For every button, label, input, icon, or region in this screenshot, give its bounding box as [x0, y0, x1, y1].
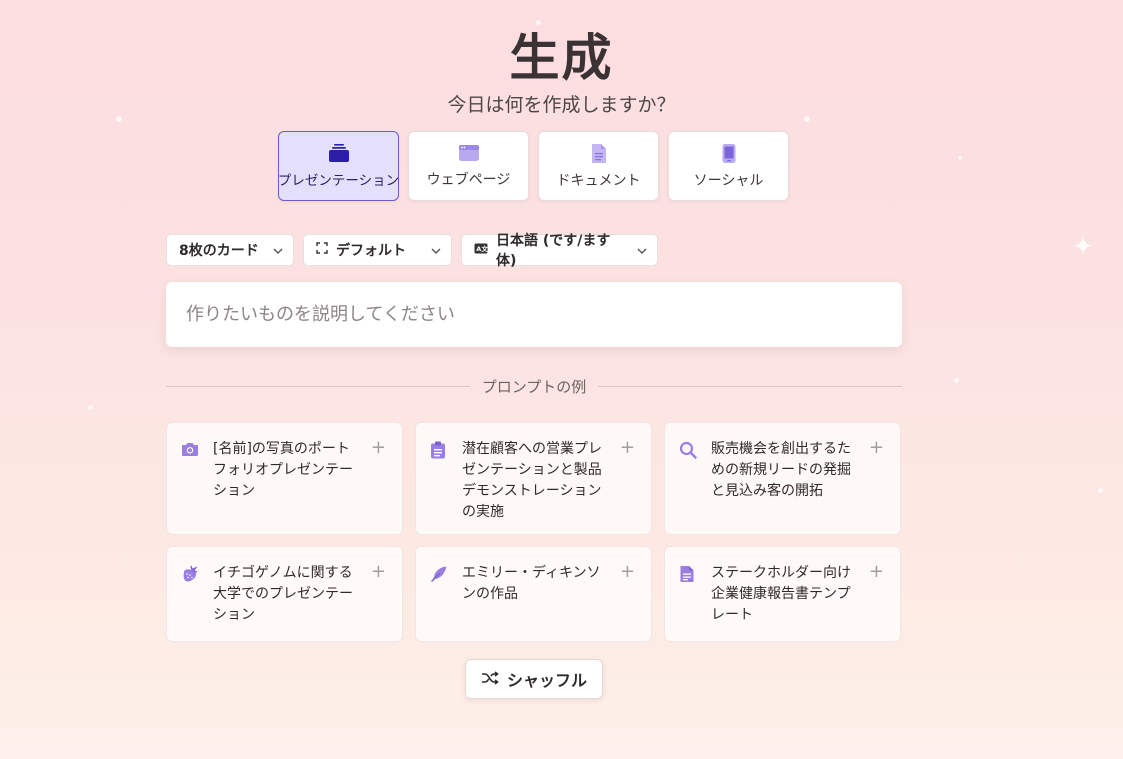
clipboard-icon [430, 439, 450, 520]
sparkle-decoration [1098, 488, 1103, 493]
chevron-down-icon [273, 244, 283, 257]
divider-line [598, 385, 902, 387]
document-icon [679, 563, 699, 627]
shuffle-label: シャッフル [506, 671, 587, 690]
example-card[interactable]: 潜在顧客への営業プレゼンテーションと製品デモンストレーションの実施 + [415, 422, 652, 535]
language-value: 日本語 (です/ます体) [496, 233, 611, 269]
type-document-button[interactable]: ドキュメント [538, 131, 659, 201]
example-card[interactable]: [名前]の写真のポートフォリオプレゼンテーション + [166, 422, 403, 535]
type-label: ドキュメント [556, 172, 641, 189]
webpage-icon [458, 143, 480, 163]
presentation-icon [328, 143, 350, 163]
example-text: 販売機会を創出するための新規リードの発掘と見込み客の開拓 [711, 441, 851, 499]
svg-text:文: 文 [480, 244, 488, 253]
type-social-button[interactable]: ソーシャル [668, 131, 789, 201]
examples-divider: プロンプトの例 [166, 376, 902, 396]
feather-icon [430, 563, 450, 627]
shuffle-button[interactable]: シャッフル [465, 659, 603, 699]
chevron-down-icon [637, 244, 647, 257]
example-card[interactable]: エミリー・ディキンソンの作品 + [415, 546, 652, 642]
type-label: ソーシャル [693, 172, 764, 189]
theme-dropdown[interactable]: デフォルト [303, 234, 452, 266]
mobile-icon [721, 143, 737, 164]
camera-icon [181, 439, 201, 520]
example-card[interactable]: イチゴゲノムに関する大学でのプレゼンテーション + [166, 546, 403, 642]
type-label: プレゼンテーション [277, 173, 400, 189]
example-card[interactable]: 販売機会を創出するための新規リードの発掘と見込み客の開拓 + [664, 422, 901, 535]
type-label: ウェブページ [426, 172, 511, 188]
plus-icon[interactable]: + [869, 561, 884, 582]
options-row: 8枚のカード デフォルト A 文 日本語 (です/ます体) [166, 233, 658, 269]
plus-icon[interactable]: + [371, 437, 386, 458]
examples-heading: プロンプトの例 [481, 377, 587, 396]
chevron-down-icon [431, 244, 441, 257]
divider-line [166, 385, 470, 387]
shuffle-icon [481, 670, 499, 689]
card-count-value: 8枚のカード [179, 243, 259, 259]
strawberry-icon [181, 563, 201, 627]
plus-icon[interactable]: + [869, 437, 884, 458]
frame-icon [316, 242, 328, 258]
document-icon [590, 143, 608, 164]
plus-icon[interactable]: + [371, 561, 386, 582]
example-text: [名前]の写真のポートフォリオプレゼンテーション [213, 441, 353, 499]
sparkle-decoration [958, 156, 962, 160]
type-webpage-button[interactable]: ウェブページ [408, 131, 529, 201]
star-decoration: ✦ [1072, 232, 1094, 262]
plus-icon[interactable]: + [620, 437, 635, 458]
card-count-dropdown[interactable]: 8枚のカード [166, 234, 294, 266]
language-dropdown[interactable]: A 文 日本語 (です/ます体) [461, 233, 658, 269]
prompt-box [166, 282, 902, 347]
prompt-input[interactable] [186, 304, 882, 325]
example-text: 潜在顧客への営業プレゼンテーションと製品デモンストレーションの実施 [462, 441, 602, 520]
example-text: イチゴゲノムに関する大学でのプレゼンテーション [213, 565, 353, 623]
example-text: エミリー・ディキンソンの作品 [462, 565, 601, 602]
page-subtitle: 今日は何を作成しますか？ [447, 94, 676, 116]
translate-icon: A 文 [474, 242, 488, 258]
page-title: 生成 [509, 29, 614, 87]
sparkle-decoration [88, 405, 93, 410]
type-presentation-button[interactable]: プレゼンテーション [278, 131, 399, 201]
example-card[interactable]: ステークホルダー向け企業健康報告書テンプレート + [664, 546, 901, 642]
content-type-selector: プレゼンテーション ウェブページ ドキュメント ソーシャル [278, 131, 789, 201]
examples-grid: [名前]の写真のポートフォリオプレゼンテーション + 潜在顧客への営業プレゼンテ… [166, 422, 902, 642]
sparkle-decoration [954, 378, 959, 383]
theme-value: デフォルト [336, 243, 406, 259]
search-icon [679, 439, 699, 520]
example-text: ステークホルダー向け企業健康報告書テンプレート [711, 565, 851, 623]
plus-icon[interactable]: + [620, 561, 635, 582]
